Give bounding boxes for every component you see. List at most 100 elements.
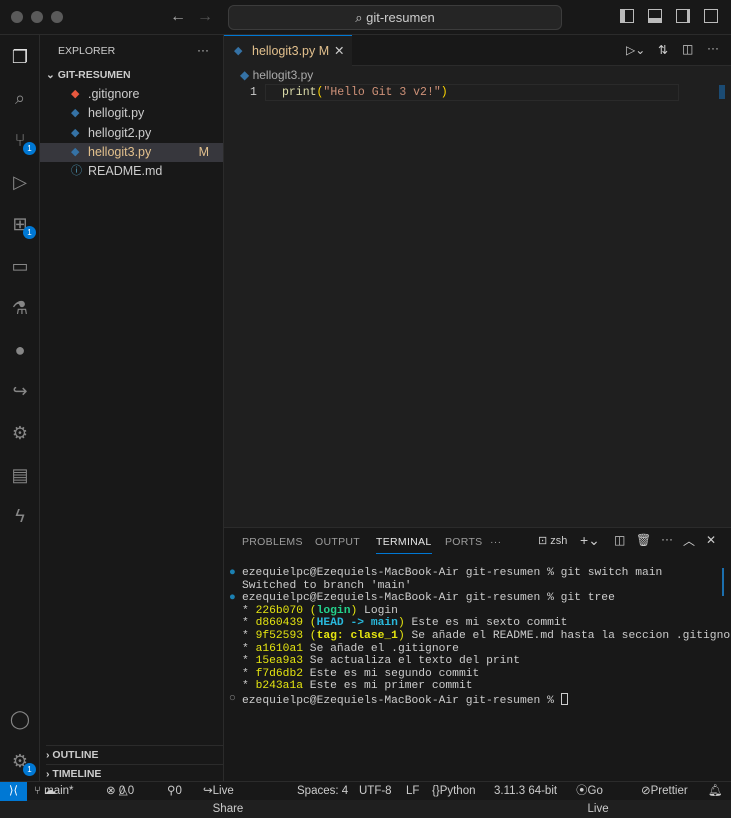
close-tab-icon[interactable]: ✕ bbox=[334, 36, 344, 66]
more-actions-button[interactable]: ··· bbox=[197, 43, 209, 57]
timeline-section[interactable]: › TIMELINE bbox=[46, 764, 224, 780]
output: Switched to branch 'main' bbox=[242, 579, 412, 592]
language-status[interactable]: {} Python bbox=[432, 782, 476, 800]
ref-paren: ( bbox=[303, 630, 317, 642]
toggle-sidebar-icon[interactable] bbox=[620, 9, 634, 23]
indentation-status[interactable]: Spaces: 4 bbox=[297, 782, 348, 800]
commit-line: * 9f52593 (tag: clase_1) Se añade el REA… bbox=[242, 630, 731, 643]
search-icon[interactable]: ⌕ bbox=[8, 86, 32, 110]
commit-hash: a1610a1 bbox=[255, 642, 304, 655]
command-center-search[interactable]: ⌕ git-resumen bbox=[228, 5, 562, 30]
ports-count: 0 bbox=[175, 785, 182, 797]
branch-label: main* bbox=[44, 785, 74, 797]
activity-bar: ❐ ⌕ ⑂ 1 ▷ ⊞ 1 ▭ ⚗ ● ↪ ⚙ ▤ ϟ ◯ ⚙ 1 bbox=[0, 35, 40, 781]
accounts-icon[interactable]: ◯ bbox=[8, 707, 32, 731]
ref-paren: ( bbox=[303, 617, 317, 630]
terminal-line: ● ezequielpc@Ezequiels-MacBook-Air git-re… bbox=[229, 592, 615, 605]
code-function: print bbox=[282, 86, 317, 99]
line-number: 1 bbox=[250, 86, 257, 99]
back-arrow-icon[interactable]: ← bbox=[170, 8, 186, 26]
ref-paren: ) bbox=[397, 630, 405, 642]
file-name: hellogit2.py bbox=[88, 125, 152, 140]
commit-ref: login bbox=[316, 604, 351, 617]
minimize-window-button[interactable] bbox=[31, 11, 43, 23]
file-item[interactable]: ⓘ README.md bbox=[40, 162, 223, 181]
terminal-scrollbar[interactable] bbox=[722, 568, 724, 596]
customize-layout-icon[interactable] bbox=[704, 9, 718, 23]
source-control-icon[interactable]: ⑂ 1 bbox=[8, 128, 36, 155]
editor-tabs: ◆ hellogit3.py M ✕ ▷⌄ ⇅ ◫ ··· bbox=[224, 35, 731, 66]
live-share-status[interactable]: ↪ Live Share bbox=[203, 782, 243, 815]
command-decoration-icon: ● bbox=[229, 567, 236, 579]
search-label: git-resumen bbox=[366, 10, 435, 25]
maximize-window-button[interactable] bbox=[51, 11, 63, 23]
docker-icon[interactable]: ▤ bbox=[8, 463, 32, 487]
terminal-line: ○ ezequielpc@Ezequiels-MacBook-Air git-re… bbox=[229, 693, 568, 707]
git-icon: ◆ bbox=[71, 88, 80, 100]
testing-icon[interactable]: ⚗ bbox=[8, 296, 32, 320]
outline-label: OUTLINE bbox=[52, 749, 99, 761]
file-name: .gitignore bbox=[88, 87, 140, 101]
prettier-status[interactable]: ⊘ Prettier bbox=[641, 782, 688, 800]
thunder-client-icon[interactable]: ϟ bbox=[8, 504, 32, 528]
split-editor-icon[interactable]: ◫ bbox=[682, 42, 693, 56]
github-icon[interactable]: ● bbox=[8, 338, 32, 362]
language-label: Python bbox=[439, 785, 476, 797]
prompt: ezequielpc@Ezequiels-MacBook-Air git-res… bbox=[242, 567, 561, 579]
problems-status[interactable]: ⊗ 0 △ 0 bbox=[106, 782, 134, 800]
extensions-icon[interactable]: ⊞ 1 bbox=[8, 212, 36, 239]
commit-message: Login bbox=[357, 604, 398, 617]
explorer-title: EXPLORER bbox=[58, 45, 116, 57]
editor-scrollbar[interactable] bbox=[719, 85, 725, 99]
python-icon: ◆ bbox=[71, 126, 80, 139]
run-python-icon[interactable]: ▷⌄ bbox=[626, 43, 645, 57]
settings-gear-icon[interactable]: ⚙ 1 bbox=[8, 749, 36, 776]
prompt: ezequielpc@Ezequiels-MacBook-Air git-res… bbox=[242, 695, 561, 707]
commit-line: * f7d6db2 Este es mi segundo commit bbox=[242, 667, 480, 680]
breadcrumb-file: hellogit3.py bbox=[252, 68, 314, 82]
code-line[interactable]: print("Hello Git 3 v2!") bbox=[282, 86, 448, 99]
go-live-status[interactable]: ⦿ Go Live bbox=[576, 782, 609, 815]
commit-hash: 15ea9a3 bbox=[255, 655, 304, 668]
more-actions-icon[interactable]: ··· bbox=[707, 41, 719, 55]
run-debug-icon[interactable]: ▷ bbox=[8, 170, 32, 194]
commit-line: * b243a1a Este es mi primer commit bbox=[242, 680, 473, 693]
toggle-panel-icon[interactable] bbox=[648, 9, 662, 23]
ports-status[interactable]: ⚲ 0 bbox=[167, 782, 182, 800]
tab-hellogit3[interactable]: ◆ hellogit3.py M ✕ bbox=[224, 35, 352, 66]
search-icon: ⌕ bbox=[355, 10, 367, 25]
breadcrumb[interactable]: ◆ hellogit3.py bbox=[240, 68, 313, 82]
live-share-label: Live Share bbox=[212, 785, 244, 815]
commit-hash: f7d6db2 bbox=[255, 667, 304, 680]
file-item[interactable]: ◆ hellogit2.py bbox=[40, 124, 223, 143]
branch-status[interactable]: ⑂ main* ☁ bbox=[34, 782, 74, 800]
outline-section[interactable]: › OUTLINE bbox=[46, 745, 224, 761]
eol-status[interactable]: LF bbox=[406, 782, 419, 800]
file-item[interactable]: ◆ hellogit.py bbox=[40, 104, 223, 123]
toggle-secondary-sidebar-icon[interactable] bbox=[676, 9, 690, 23]
remote-explorer-icon[interactable]: ▭ bbox=[8, 254, 32, 278]
file-item[interactable]: ◆ .gitignore bbox=[40, 85, 223, 104]
remote-icon[interactable]: ⟩⟨ bbox=[0, 782, 27, 801]
folder-header[interactable]: ⌄ GIT-RESUMEN bbox=[46, 69, 131, 81]
commit-hash: d860439 bbox=[255, 617, 304, 630]
remote-settings-icon[interactable]: ⚙ bbox=[8, 421, 32, 445]
code-paren: ) bbox=[440, 86, 448, 99]
commit-line: * 226b070 (login) Login bbox=[242, 604, 398, 617]
close-window-button[interactable] bbox=[11, 11, 23, 23]
commit-ref: tag: clase_1 bbox=[316, 630, 398, 642]
forward-arrow-icon[interactable]: → bbox=[197, 8, 213, 26]
info-icon: ⓘ bbox=[71, 165, 82, 178]
encoding-status[interactable]: UTF-8 bbox=[359, 782, 392, 800]
commit-line: * a1610a1 Se añade el .gitignore bbox=[242, 642, 459, 655]
prompt: ezequielpc@Ezequiels-MacBook-Air git-res… bbox=[242, 592, 561, 605]
file-item[interactable]: ◆ hellogit3.py M bbox=[40, 142, 223, 162]
compare-changes-icon[interactable]: ⇅ bbox=[658, 43, 668, 57]
interpreter-status[interactable]: 3.11.3 64-bit bbox=[494, 782, 557, 800]
terminal[interactable]: ● ezequielpc@Ezequiels-MacBook-Air git-re… bbox=[224, 528, 731, 782]
explorer-icon[interactable]: ❐ bbox=[8, 45, 32, 69]
error-count: 0 bbox=[118, 785, 126, 797]
notifications-bell-icon[interactable]: 🔔︎ bbox=[708, 782, 723, 800]
live-share-icon[interactable]: ↪ bbox=[8, 379, 32, 403]
title-bar: ← → ⌕ git-resumen bbox=[0, 0, 731, 35]
